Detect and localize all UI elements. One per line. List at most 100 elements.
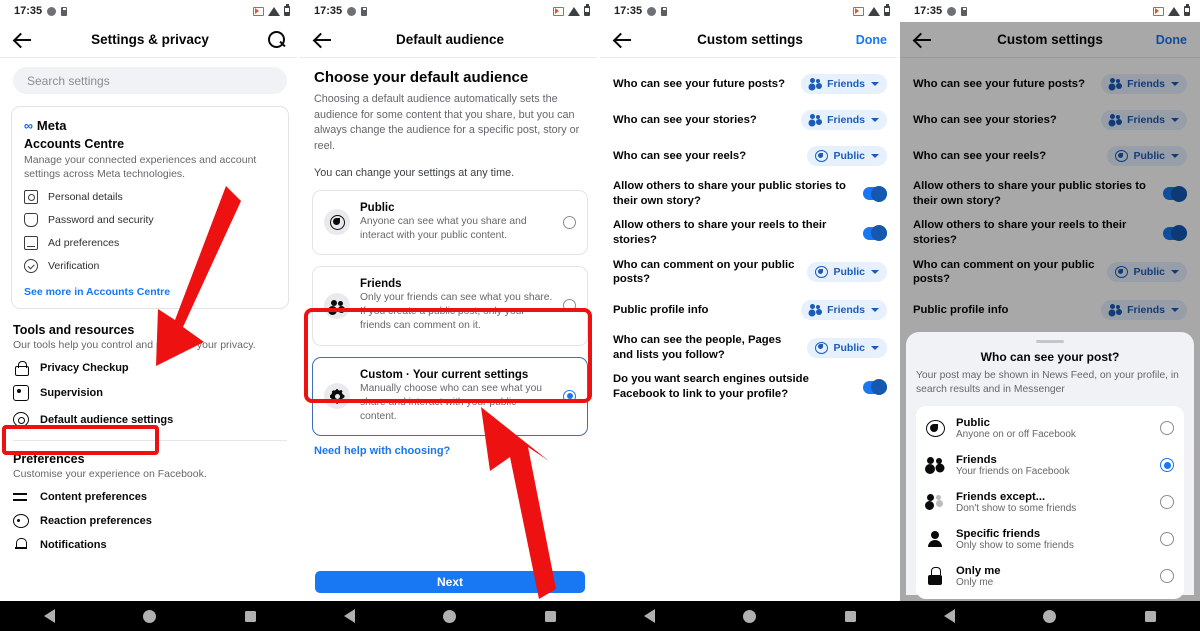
sheet-option-public[interactable]: Public Anyone on or off Facebook	[926, 410, 1174, 447]
setting-row-reels[interactable]: Who can see your reels? Public	[613, 138, 887, 174]
toggle-search-engines[interactable]	[863, 379, 887, 396]
sidebar-item-notifications[interactable]: Notifications	[13, 528, 287, 553]
next-button[interactable]: Next	[315, 571, 585, 593]
radio-friends-except[interactable]	[1160, 495, 1174, 510]
audience-option-friends[interactable]: Friends Only your friends can see what y…	[312, 265, 588, 346]
list-item[interactable]: Password and security	[24, 213, 276, 228]
nav-recents-icon[interactable]	[1144, 610, 1156, 622]
setting-row-future-posts[interactable]: Who can see your future posts? Friends	[613, 66, 887, 102]
android-nav-bar	[900, 601, 1200, 631]
option-description: Anyone on or off Facebook	[956, 428, 1076, 440]
chip-label: Public	[833, 266, 865, 279]
radio-custom[interactable]	[563, 389, 576, 403]
list-item[interactable]: Verification	[24, 259, 276, 274]
sidebar-item-supervision[interactable]: Supervision	[13, 376, 287, 402]
nav-recents-icon[interactable]	[844, 610, 856, 622]
toggle-share-reels[interactable]	[863, 225, 887, 242]
setting-row-public-profile-info[interactable]: Public profile info Friends	[613, 292, 887, 328]
sheet-grabber[interactable]	[1036, 340, 1064, 343]
page-paragraph: Choosing a default audience automaticall…	[314, 93, 580, 152]
list-item-label: Ad preferences	[48, 237, 120, 250]
nav-back-icon[interactable]	[944, 609, 956, 623]
nav-back-icon[interactable]	[44, 609, 56, 623]
search-input[interactable]: Search settings	[13, 67, 287, 94]
chevron-down-icon	[871, 118, 879, 122]
radio-public[interactable]	[1160, 421, 1174, 436]
sim-icon	[661, 6, 668, 16]
meta-logo-icon: ∞	[24, 118, 33, 133]
option-description: Only me	[956, 576, 994, 588]
radio-public[interactable]	[563, 215, 576, 229]
audience-bottom-sheet: Who can see your post? Your post may be …	[906, 332, 1194, 599]
setting-row-comment-public-posts[interactable]: Who can comment on your public posts? Pu…	[613, 253, 887, 292]
audience-option-public[interactable]: Public Anyone can see what you share and…	[312, 189, 588, 255]
audience-chip-public[interactable]: Public	[807, 146, 887, 166]
wifi-icon	[568, 6, 580, 16]
default-audience-intro: Choose your default audience Choosing a …	[300, 58, 600, 179]
back-icon[interactable]	[313, 30, 333, 50]
setting-row-stories[interactable]: Who can see your stories? Friends	[613, 102, 887, 138]
setting-row-share-public-stories[interactable]: Allow others to share your public storie…	[613, 174, 887, 213]
setting-row-search-engines[interactable]: Do you want search engines outside Faceb…	[613, 367, 887, 406]
nav-recents-icon[interactable]	[244, 610, 256, 622]
verified-badge-icon	[24, 259, 38, 274]
radio-friends[interactable]	[1160, 458, 1174, 473]
done-button[interactable]: Done	[856, 33, 887, 47]
radio-only-me[interactable]	[1160, 569, 1174, 584]
setting-row-follow-list[interactable]: Who can see the people, Pages and lists …	[613, 328, 887, 367]
app-bar: Settings & privacy	[0, 22, 300, 58]
list-item[interactable]: Ad preferences	[24, 236, 276, 251]
audience-chip-public[interactable]: Public	[807, 262, 887, 283]
sidebar-item-default-audience-settings[interactable]: Default audience settings	[13, 401, 287, 428]
nav-recents-icon[interactable]	[544, 610, 556, 622]
nav-home-icon[interactable]	[443, 609, 457, 623]
nav-back-icon[interactable]	[344, 609, 356, 623]
sidebar-item-content-preferences[interactable]: Content preferences	[13, 480, 287, 505]
search-icon[interactable]	[267, 30, 287, 50]
chip-label: Public	[833, 150, 865, 162]
nav-home-icon[interactable]	[1043, 609, 1057, 623]
battery-icon	[284, 4, 290, 16]
audience-chip-friends[interactable]: Friends	[801, 300, 887, 321]
audience-chip-friends[interactable]: Friends	[801, 110, 887, 130]
audience-option-custom[interactable]: Custom · Your current settings Manually …	[312, 356, 588, 437]
gear-icon	[13, 412, 29, 428]
need-help-link[interactable]: Need help with choosing?	[314, 445, 600, 457]
see-more-accounts-centre-link[interactable]: See more in Accounts Centre	[24, 286, 276, 298]
sidebar-item-privacy-checkup[interactable]: Privacy Checkup	[13, 351, 287, 377]
accounts-centre-card[interactable]: ∞ Meta Accounts Centre Manage your conne…	[11, 106, 289, 310]
nav-home-icon[interactable]	[143, 609, 157, 623]
nav-home-icon[interactable]	[743, 609, 757, 623]
back-icon[interactable]	[13, 30, 33, 50]
sheet-option-friends[interactable]: Friends Your friends on Facebook	[926, 447, 1174, 484]
notification-dot-icon	[47, 6, 57, 16]
status-bar: 17:35	[900, 0, 1200, 22]
friends-icon	[809, 114, 822, 126]
radio-friends[interactable]	[563, 299, 576, 313]
status-bar: 17:35	[600, 0, 900, 22]
chevron-down-icon	[871, 308, 879, 313]
radio-specific-friends[interactable]	[1160, 532, 1174, 547]
audience-chip-public[interactable]: Public	[807, 337, 887, 358]
list-item[interactable]: Personal details	[24, 190, 276, 205]
sidebar-item-reaction-preferences[interactable]: Reaction preferences	[13, 505, 287, 529]
back-icon[interactable]	[613, 30, 633, 50]
toggle-share-public-stories[interactable]	[863, 185, 887, 202]
cast-icon	[553, 6, 564, 16]
audience-chip-friends[interactable]: Friends	[801, 74, 887, 94]
sheet-option-specific-friends[interactable]: Specific friends Only show to some frien…	[926, 521, 1174, 558]
preferences-section: Preferences Customise your experience on…	[0, 441, 300, 553]
status-time: 17:35	[914, 5, 943, 17]
chip-label: Public	[833, 341, 865, 354]
sheet-option-only-me[interactable]: Only me Only me	[926, 558, 1174, 595]
battery-icon	[1184, 4, 1190, 16]
friends-icon	[926, 456, 945, 475]
globe-icon	[815, 266, 829, 279]
nav-back-icon[interactable]	[644, 609, 656, 623]
setting-row-share-reels[interactable]: Allow others to share your reels to thei…	[613, 213, 887, 252]
notification-dot-icon	[947, 6, 957, 16]
sheet-option-friends-except[interactable]: Friends except... Don't show to some fri…	[926, 484, 1174, 521]
panel-gap	[897, 0, 900, 631]
setting-label: Who can see your stories?	[613, 113, 757, 126]
panel-default-audience: 17:35 Default audience Choose your defau…	[300, 0, 600, 631]
